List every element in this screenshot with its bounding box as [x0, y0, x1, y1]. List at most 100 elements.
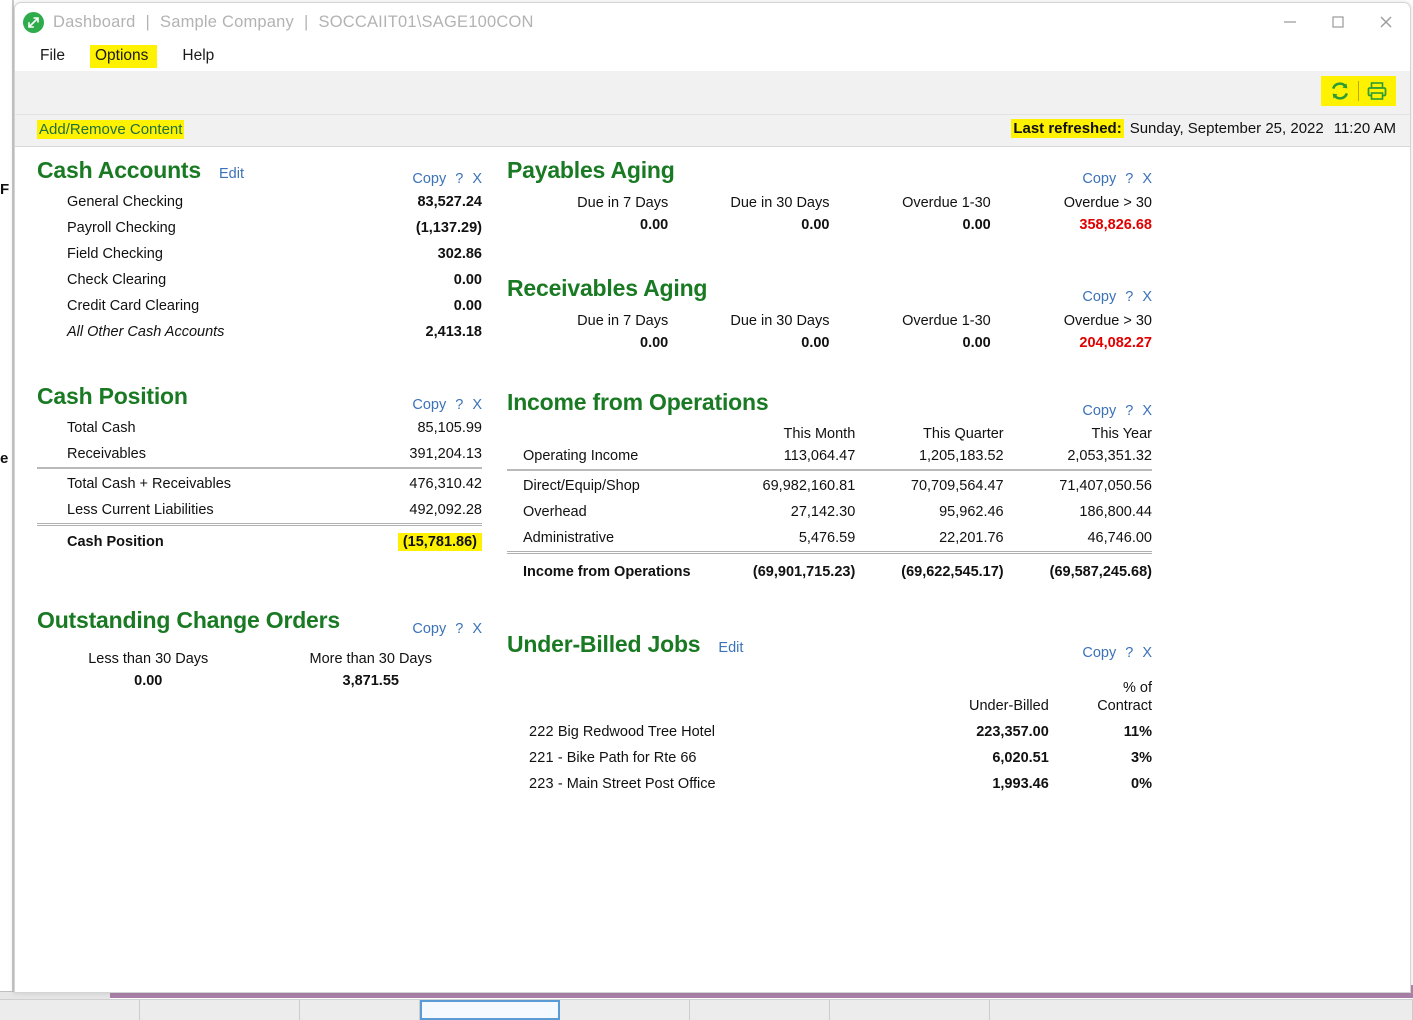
- under-billed-copy-link[interactable]: Copy: [1082, 645, 1116, 661]
- cash-position-copy-link[interactable]: Copy: [412, 397, 446, 413]
- menu-item-help[interactable]: Help: [179, 46, 217, 66]
- add-remove-content-link[interactable]: Add/Remove Content: [37, 120, 185, 139]
- row-value: 85,105.99: [417, 420, 482, 436]
- receivables-aging-close-link[interactable]: X: [1142, 289, 1152, 305]
- cash-position-help-link[interactable]: ?: [455, 397, 463, 413]
- row-value: 0.00: [962, 217, 991, 233]
- row-value: 95,962.46: [939, 504, 1004, 520]
- cash-position-total-value: (15,781.86): [397, 533, 482, 551]
- row-under-billed: 6,020.51: [992, 749, 1049, 766]
- row-value: 0.00: [801, 217, 830, 233]
- refresh-icon[interactable]: [1327, 78, 1353, 104]
- row-pct: 0%: [1131, 775, 1152, 792]
- widget-title-under-billed-jobs: Under-Billed Jobs: [507, 630, 701, 657]
- taskbar[interactable]: [0, 999, 1413, 1020]
- payables-aging-table: Due in 7 Days Due in 30 Days Overdue 1-3…: [507, 191, 1152, 239]
- printer-icon[interactable]: [1364, 78, 1390, 104]
- table-header-row: This Month This Quarter This Year: [507, 423, 1152, 443]
- widget-header: Outstanding Change Orders Copy ? X: [37, 607, 482, 639]
- change-orders-copy-link[interactable]: Copy: [412, 621, 446, 637]
- payables-aging-close-link[interactable]: X: [1142, 171, 1152, 187]
- pct-header-line-2: Contract: [1097, 697, 1152, 714]
- window-title-separator-1: |: [145, 12, 151, 31]
- row-value: 27,142.30: [790, 504, 856, 520]
- taskbar-item[interactable]: [300, 1000, 420, 1020]
- cash-accounts-close-link[interactable]: X: [472, 171, 482, 187]
- taskbar-item[interactable]: [140, 1000, 300, 1020]
- receivables-aging-copy-link[interactable]: Copy: [1082, 289, 1116, 305]
- column-header-pct-of-contract: % of Contract: [1049, 679, 1152, 719]
- cash-accounts-copy-link[interactable]: Copy: [412, 171, 446, 187]
- cash-accounts-edit-link[interactable]: Edit: [219, 166, 244, 182]
- widget-cash-position: Cash Position Copy ? X Total Cash 85,105…: [37, 383, 482, 555]
- job-number: 223: [529, 775, 554, 792]
- receivables-aging-help-link[interactable]: ?: [1125, 289, 1133, 305]
- row-job: 221 - Bike Path for Rte 66: [507, 745, 907, 771]
- table-row: Credit Card Clearing 0.00: [37, 293, 482, 319]
- maximize-button[interactable]: [1314, 3, 1362, 41]
- row-value: 2,053,351.32: [1067, 448, 1152, 464]
- column-header: Overdue 1-30: [902, 195, 991, 211]
- row-label: Check Clearing: [67, 272, 167, 288]
- row-label: Total Cash + Receivables: [37, 467, 348, 497]
- payables-aging-help-link[interactable]: ?: [1125, 171, 1133, 187]
- income-close-link[interactable]: X: [1142, 403, 1152, 419]
- table-row: 221 - Bike Path for Rte 66 6,020.51 3%: [507, 745, 1152, 771]
- row-label: Income from Operations: [507, 550, 707, 591]
- row-value: 0.00: [962, 335, 991, 351]
- menu-item-file[interactable]: File: [37, 46, 68, 66]
- dashboard-window: Dashboard | Sample Company | SOCCAIIT01\…: [14, 2, 1411, 993]
- taskbar-item[interactable]: [560, 1000, 690, 1020]
- taskbar-item-active[interactable]: [420, 1000, 560, 1020]
- background-window-left-edge[interactable]: [0, 0, 14, 996]
- row-value: (1,137.29): [415, 220, 482, 236]
- row-value: (69,587,245.68): [1003, 550, 1152, 591]
- last-refreshed-label: Last refreshed:: [1011, 119, 1124, 138]
- taskbar-item[interactable]: [830, 1000, 990, 1020]
- job-number: 222: [529, 723, 554, 740]
- row-label: Direct/Equip/Shop: [507, 469, 707, 499]
- row-label: Receivables: [67, 446, 146, 462]
- under-billed-help-link[interactable]: ?: [1125, 645, 1133, 661]
- title-bar[interactable]: Dashboard | Sample Company | SOCCAIIT01\…: [15, 3, 1410, 41]
- menu-item-options[interactable]: Options: [89, 44, 158, 68]
- column-header: Due in 7 Days: [577, 313, 669, 329]
- job-separator: -: [557, 749, 563, 766]
- cash-position-close-link[interactable]: X: [472, 397, 482, 413]
- table-row: 222 Big Redwood Tree Hotel 223,357.00 11…: [507, 719, 1152, 745]
- row-value: (69,622,545.17): [855, 550, 1004, 591]
- taskbar-item[interactable]: [0, 1000, 140, 1020]
- table-row: 0.00 0.00 0.00 358,826.68: [507, 213, 1152, 239]
- row-job: 222 Big Redwood Tree Hotel: [507, 719, 907, 745]
- job-number: 221: [529, 749, 554, 766]
- table-row: Less Current Liabilities 492,092.28: [37, 497, 482, 525]
- under-billed-close-link[interactable]: X: [1142, 645, 1152, 661]
- change-orders-help-link[interactable]: ?: [455, 621, 463, 637]
- cash-accounts-help-link[interactable]: ?: [455, 171, 463, 187]
- row-label: Credit Card Clearing: [67, 298, 200, 314]
- row-value: 22,201.76: [939, 530, 1004, 546]
- receivables-aging-table: Due in 7 Days Due in 30 Days Overdue 1-3…: [507, 309, 1152, 357]
- row-value: 0.00: [640, 335, 669, 351]
- minimize-button[interactable]: [1266, 3, 1314, 41]
- row-value: 69,982,160.81: [706, 469, 856, 499]
- widget-header: Payables Aging Copy ? X: [507, 157, 1152, 189]
- menu-bar: File Options Help: [15, 41, 1410, 71]
- table-row: Receivables 391,204.13: [37, 441, 482, 468]
- income-help-link[interactable]: ?: [1125, 403, 1133, 419]
- row-pct: 11%: [1123, 723, 1152, 740]
- sub-toolbar: Add/Remove Content Last refreshed: Sunday…: [15, 115, 1410, 147]
- change-orders-close-link[interactable]: X: [472, 621, 482, 637]
- widget-header: Receivables Aging Copy ? X: [507, 275, 1152, 307]
- widget-actions: Copy ? X: [1082, 645, 1152, 661]
- under-billed-jobs-edit-link[interactable]: Edit: [718, 640, 743, 656]
- taskbar-item[interactable]: [690, 1000, 830, 1020]
- table-row: 0.00 0.00 0.00 204,082.27: [507, 331, 1152, 357]
- income-copy-link[interactable]: Copy: [1082, 403, 1116, 419]
- column-header: This Year: [1091, 426, 1152, 442]
- close-button[interactable]: [1362, 3, 1410, 41]
- row-value: 0.00: [801, 335, 830, 351]
- right-column: Payables Aging Copy ? X Due in 7 Days Du…: [507, 157, 1152, 803]
- row-label: Payroll Checking: [67, 220, 176, 236]
- payables-aging-copy-link[interactable]: Copy: [1082, 171, 1116, 187]
